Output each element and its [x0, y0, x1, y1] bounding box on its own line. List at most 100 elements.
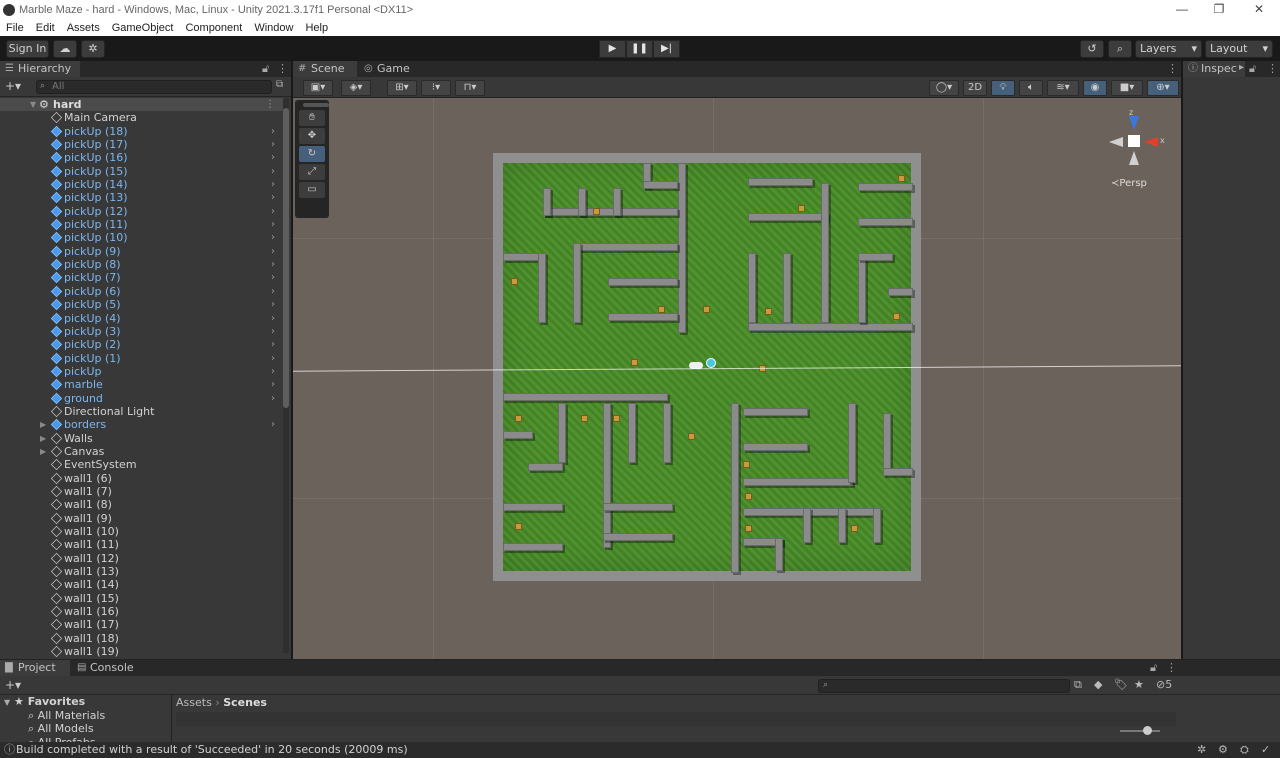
scale-tool-icon[interactable]: ⤢	[299, 164, 325, 180]
zoom-slider-handle[interactable]	[1143, 726, 1152, 735]
chevron-right-icon[interactable]: ▸	[1239, 62, 1244, 73]
scrollbar-thumb[interactable]	[283, 108, 289, 408]
hierarchy-row[interactable]: wall1 (15)	[0, 592, 283, 605]
hierarchy-row[interactable]: wall1 (12)	[0, 552, 283, 565]
kebab-menu-icon[interactable]: ⋮	[265, 98, 275, 111]
chevron-right-icon[interactable]: ›	[271, 138, 275, 151]
hierarchy-row[interactable]: pickUp (6) ›	[0, 285, 283, 298]
step-button[interactable]: ▶|	[653, 40, 680, 58]
tab-console[interactable]: ▤ Console	[72, 660, 144, 676]
hierarchy-row[interactable]: pickUp (5) ›	[0, 298, 283, 311]
draw-mode-icon[interactable]: ▣▾	[303, 80, 333, 96]
hierarchy-row[interactable]: wall1 (16)	[0, 605, 283, 618]
chevron-right-icon[interactable]: ›	[271, 191, 275, 204]
increment-snap-icon[interactable]: ⊓▾	[455, 80, 485, 96]
grid-snap-icon[interactable]: ⊞▾	[387, 80, 417, 96]
hand-tool-icon[interactable]: ✋︎	[299, 110, 325, 126]
rotate-tool-icon[interactable]: ↻	[299, 146, 325, 162]
favorites-header[interactable]: ▼ ★ Favorites	[0, 695, 171, 709]
hierarchy-row[interactable]: wall1 (8)	[0, 498, 283, 511]
menu-assets[interactable]: Assets	[61, 22, 106, 34]
chevron-right-icon[interactable]: ›	[271, 231, 275, 244]
hierarchy-row[interactable]: pickUp (8) ›	[0, 258, 283, 271]
menu-edit[interactable]: Edit	[30, 22, 61, 34]
breadcrumb-assets[interactable]: Assets	[176, 696, 212, 709]
hierarchy-row[interactable]: EventSystem	[0, 458, 283, 471]
menu-component[interactable]: Component	[179, 22, 248, 34]
cloud-icon[interactable]: ☁	[53, 40, 77, 58]
hierarchy-row[interactable]: ▶ Canvas	[0, 445, 283, 458]
hierarchy-row[interactable]: pickUp (17) ›	[0, 138, 283, 151]
status-message[interactable]: Build completed with a result of 'Succee…	[16, 742, 408, 758]
hierarchy-row[interactable]: pickUp ›	[0, 365, 283, 378]
move-tool-icon[interactable]: ✥	[299, 128, 325, 144]
hierarchy-row[interactable]: wall1 (14)	[0, 578, 283, 591]
hierarchy-row[interactable]: pickUp (10) ›	[0, 231, 283, 244]
hidden-packages-icon[interactable]: ⊘5	[1156, 678, 1172, 691]
menu-gameobject[interactable]: GameObject	[106, 22, 180, 34]
chevron-right-icon[interactable]: ›	[271, 245, 275, 258]
gizmo-center-cube[interactable]	[1128, 135, 1140, 147]
chevron-right-icon[interactable]: ›	[271, 298, 275, 311]
chevron-right-icon[interactable]: ›	[271, 285, 275, 298]
foldout-closed-icon[interactable]: ▶	[40, 432, 46, 445]
camera-icon[interactable]: ■▾	[1111, 80, 1143, 96]
breadcrumb-scenes[interactable]: Scenes	[223, 696, 267, 709]
debug-mode-icon[interactable]: ⚙	[1218, 742, 1228, 758]
add-icon[interactable]: +▾	[5, 678, 21, 692]
drag-handle[interactable]	[303, 103, 329, 107]
project-search-input[interactable]: ⌕	[818, 679, 1070, 693]
kebab-menu-icon[interactable]: ⋮	[1267, 62, 1278, 75]
close-button[interactable]: ✕	[1239, 0, 1279, 19]
chevron-right-icon[interactable]: ›	[271, 378, 275, 391]
render-mode-icon[interactable]: ◈▾	[341, 80, 371, 96]
hidden-objects-icon[interactable]: ◉	[1083, 80, 1107, 96]
hierarchy-row[interactable]: ground ›	[0, 392, 283, 405]
sign-in-button[interactable]: Sign In	[6, 40, 49, 58]
collab-icon[interactable]: ⛭	[1240, 742, 1249, 758]
hierarchy-row[interactable]: pickUp (1) ›	[0, 352, 283, 365]
chevron-right-icon[interactable]: ›	[271, 312, 275, 325]
kebab-menu-icon[interactable]: ⋮	[1167, 62, 1178, 75]
collab-icon[interactable]: ✲	[81, 40, 105, 58]
star-icon[interactable]: ★	[1134, 678, 1144, 691]
hierarchy-row[interactable]: ▶ Walls	[0, 432, 283, 445]
foldout-open-icon[interactable]: ▼	[30, 98, 36, 111]
scene-viewport[interactable]: ✋︎ ✥ ↻ ⤢ ▭ z x ≺Persp	[293, 98, 1181, 659]
add-icon[interactable]: +▾	[5, 79, 21, 93]
bug-icon[interactable]: ✲	[1197, 742, 1206, 758]
chevron-right-icon[interactable]: ›	[271, 218, 275, 231]
hierarchy-row[interactable]: wall1 (9)	[0, 512, 283, 525]
filter-type-icon[interactable]: ◆	[1094, 678, 1102, 691]
hierarchy-row[interactable]: wall1 (6)	[0, 472, 283, 485]
hierarchy-row[interactable]: wall1 (7)	[0, 485, 283, 498]
menu-help[interactable]: Help	[299, 22, 334, 34]
chevron-right-icon[interactable]: ›	[271, 365, 275, 378]
layers-dropdown[interactable]: Layers ▾	[1135, 40, 1202, 58]
chevron-right-icon[interactable]: ›	[271, 205, 275, 218]
scene-visibility-icon[interactable]: ⧉	[276, 79, 283, 90]
search-icon[interactable]: ⌕	[1108, 40, 1132, 58]
minimize-button[interactable]: —	[1162, 0, 1202, 19]
hierarchy-row[interactable]: ▶ borders ›	[0, 418, 283, 431]
lock-icon[interactable]: 🔓︎	[1150, 661, 1157, 675]
chevron-right-icon[interactable]: ›	[271, 325, 275, 338]
tab-scene[interactable]: # Scene	[293, 61, 357, 77]
chevron-right-icon[interactable]: ›	[271, 338, 275, 351]
hierarchy-row[interactable]: pickUp (7) ›	[0, 271, 283, 284]
neg-y-axis-cone[interactable]	[1129, 151, 1139, 165]
chevron-right-icon[interactable]: ›	[271, 151, 275, 164]
tab-project[interactable]: ▇ Project	[0, 660, 70, 676]
persp-label[interactable]: ≺Persp	[1111, 178, 1147, 189]
zoom-slider[interactable]	[1120, 730, 1160, 732]
hierarchy-row[interactable]: pickUp (18) ›	[0, 125, 283, 138]
history-icon[interactable]: ↺	[1080, 40, 1104, 58]
chevron-right-icon[interactable]: ›	[271, 258, 275, 271]
kebab-menu-icon[interactable]: ⋮	[277, 62, 288, 75]
hierarchy-row[interactable]: pickUp (4) ›	[0, 312, 283, 325]
asset-grid[interactable]	[176, 712, 1176, 726]
chevron-right-icon[interactable]: ›	[271, 352, 275, 365]
hierarchy-row[interactable]: pickUp (3) ›	[0, 325, 283, 338]
filter-label-icon[interactable]: 🏷︎	[1114, 678, 1128, 691]
snap-icon[interactable]: ⁝▾	[421, 80, 451, 96]
